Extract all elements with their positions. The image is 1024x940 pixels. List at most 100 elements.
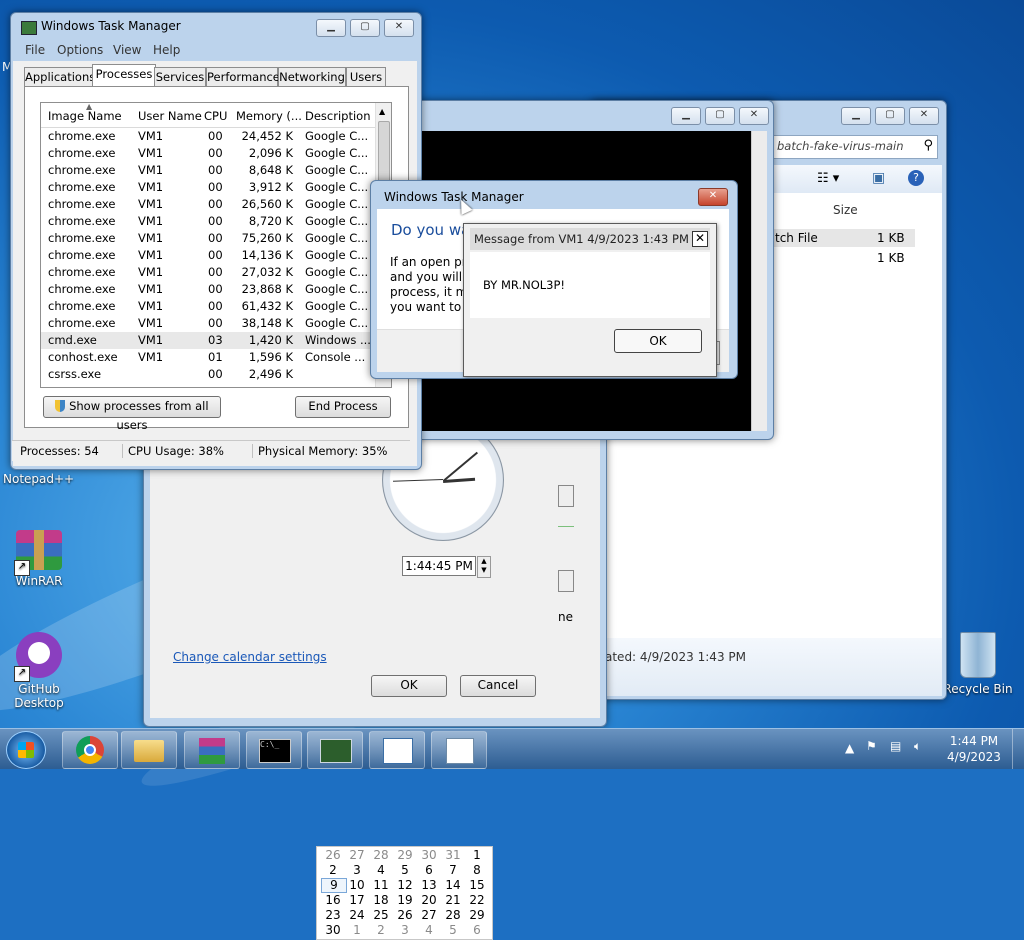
table-row[interactable]: csrss.exe 00 2,496 K <box>41 366 376 383</box>
calendar-day[interactable]: 1 <box>345 923 369 937</box>
calendar-day[interactable]: 25 <box>369 908 393 922</box>
minimize-button[interactable]: ▁ <box>671 107 701 125</box>
taskbar-datetime[interactable] <box>431 731 487 769</box>
desktop-icon-winrar[interactable]: ↗ WinRAR <box>4 530 74 588</box>
tab-networking[interactable]: Networking <box>278 67 346 86</box>
preview-pane-icon[interactable]: ▣ <box>872 170 885 186</box>
volume-icon[interactable]: 🔈︎ <box>914 739 921 754</box>
minimize-button[interactable]: ▁ <box>841 107 871 125</box>
calendar-day[interactable]: 14 <box>441 878 465 892</box>
taskbar-explorer[interactable] <box>121 731 177 769</box>
clock-date[interactable]: 4/9/2023 <box>944 750 1004 764</box>
calendar-day[interactable]: 17 <box>345 893 369 907</box>
calendar-day[interactable]: 13 <box>417 878 441 892</box>
calendar-day[interactable]: 16 <box>321 893 345 907</box>
menu-view[interactable]: View <box>113 43 141 57</box>
calendar-day[interactable]: 6 <box>417 863 441 877</box>
menu-help[interactable]: Help <box>153 43 180 57</box>
maximize-button[interactable]: ▢ <box>350 19 380 37</box>
calendar-day[interactable]: 4 <box>417 923 441 937</box>
menu-file[interactable]: File <box>25 43 45 57</box>
close-button[interactable]: ✕ <box>698 188 728 206</box>
table-row[interactable]: chrome.exe VM1 00 14,136 K Google C... <box>41 247 376 264</box>
time-spinner[interactable]: ▲ ▼ <box>477 556 491 578</box>
message-box[interactable]: Message from VM1 4/9/2023 1:43 PM ✕ BY M… <box>463 223 717 377</box>
table-row[interactable]: chrome.exe VM1 00 8,720 K Google C... <box>41 213 376 230</box>
column-user-name[interactable]: User Name <box>138 109 202 123</box>
calendar-day[interactable]: 4 <box>369 863 393 877</box>
calendar-day[interactable]: 19 <box>393 893 417 907</box>
table-row[interactable]: chrome.exe VM1 00 38,148 K Google C... <box>41 315 376 332</box>
taskbar-winrar[interactable] <box>184 731 240 769</box>
close-button[interactable]: ✕ <box>739 107 769 125</box>
tab-performance[interactable]: Performance <box>206 67 280 86</box>
table-row[interactable]: chrome.exe VM1 00 26,560 K Google C... <box>41 196 376 213</box>
table-row[interactable]: chrome.exe VM1 00 3,912 K Google C... <box>41 179 376 196</box>
tab-processes[interactable]: Processes <box>92 64 156 87</box>
start-button[interactable] <box>6 731 46 769</box>
column-cpu[interactable]: CPU <box>204 109 227 123</box>
calendar-day[interactable]: 7 <box>441 863 465 877</box>
ok-button[interactable]: OK <box>614 329 702 353</box>
table-row[interactable]: chrome.exe VM1 00 27,032 K Google C... <box>41 264 376 281</box>
calendar-day[interactable]: 2 <box>369 923 393 937</box>
taskbar-chrome[interactable] <box>62 731 118 769</box>
table-row[interactable]: chrome.exe VM1 00 23,868 K Google C... <box>41 281 376 298</box>
change-calendar-settings-link[interactable]: Change calendar settings <box>173 650 327 664</box>
close-button[interactable]: ✕ <box>692 231 708 247</box>
calendar-day[interactable]: 22 <box>465 893 489 907</box>
side-button-2[interactable] <box>558 570 574 592</box>
maximize-button[interactable]: ▢ <box>875 107 905 125</box>
calendar-day[interactable]: 27 <box>417 908 441 922</box>
taskbar-task-manager[interactable] <box>307 731 363 769</box>
column-description[interactable]: Description <box>305 109 371 123</box>
taskbar-notepad[interactable] <box>369 731 425 769</box>
desktop-icon-notepadpp[interactable]: Notepad++ <box>3 472 74 486</box>
calendar-day[interactable]: 2 <box>321 863 345 877</box>
calendar-day[interactable]: 15 <box>465 878 489 892</box>
calendar-day[interactable]: 28 <box>369 848 393 862</box>
calendar-day[interactable]: 5 <box>441 923 465 937</box>
calendar-day[interactable]: 30 <box>321 923 345 937</box>
cancel-button[interactable]: Cancel <box>460 675 536 697</box>
maximize-button[interactable]: ▢ <box>705 107 735 125</box>
ok-button[interactable]: OK <box>371 675 447 697</box>
calendar-day[interactable]: 18 <box>369 893 393 907</box>
calendar-day[interactable]: 31 <box>441 848 465 862</box>
close-button[interactable]: ✕ <box>384 19 414 37</box>
tab-applications[interactable]: Applications <box>24 67 96 86</box>
desktop-icon-recycle-bin[interactable]: Recycle Bin <box>940 632 1016 696</box>
show-all-processes-button[interactable]: Show processes from all users <box>43 396 221 432</box>
calendar-day[interactable]: 9 <box>321 878 347 893</box>
menu-options[interactable]: Options <box>57 43 103 57</box>
console-scrollbar[interactable] <box>751 131 767 431</box>
tab-services[interactable]: Services <box>154 67 206 86</box>
calendar-day[interactable]: 21 <box>441 893 465 907</box>
calendar-day[interactable]: 8 <box>465 863 489 877</box>
end-process-button[interactable]: End Process <box>295 396 391 418</box>
network-icon[interactable]: ▤ <box>890 739 901 753</box>
column-memory[interactable]: Memory (... <box>236 109 302 123</box>
table-row[interactable]: chrome.exe VM1 00 61,432 K Google C... <box>41 298 376 315</box>
table-row[interactable]: cmd.exe VM1 03 1,420 K Windows ... <box>41 332 376 349</box>
calendar-day[interactable]: 3 <box>393 923 417 937</box>
table-row[interactable]: chrome.exe VM1 00 8,648 K Google C... <box>41 162 376 179</box>
calendar-day[interactable]: 29 <box>393 848 417 862</box>
calendar[interactable]: 26 27 28 29 30 31 1 2 3 4 5 6 7 8 9 10 11 12 13 14 15 16 17 18 1… <box>316 846 493 940</box>
show-desktop-button[interactable] <box>1012 729 1024 769</box>
calendar-day[interactable]: 30 <box>417 848 441 862</box>
search-icon[interactable]: ⚲ <box>923 138 933 153</box>
table-row[interactable]: chrome.exe VM1 00 2,096 K Google C... <box>41 145 376 162</box>
process-list[interactable]: Image Name ▲ User Name CPU Memory (... D… <box>40 102 392 388</box>
time-input[interactable]: 1:44:45 PM <box>402 556 476 576</box>
side-button-1[interactable] <box>558 485 574 507</box>
calendar-day[interactable]: 11 <box>369 878 393 892</box>
table-row[interactable]: conhost.exe VM1 01 1,596 K Console ... <box>41 349 376 366</box>
clock-time[interactable]: 1:44 PM <box>944 734 1004 748</box>
calendar-day[interactable]: 5 <box>393 863 417 877</box>
action-center-icon[interactable]: ⚑ <box>866 739 877 753</box>
minimize-button[interactable]: ▁ <box>316 19 346 37</box>
calendar-day[interactable]: 26 <box>321 848 345 862</box>
column-size[interactable]: Size <box>833 203 858 217</box>
calendar-day[interactable]: 29 <box>465 908 489 922</box>
